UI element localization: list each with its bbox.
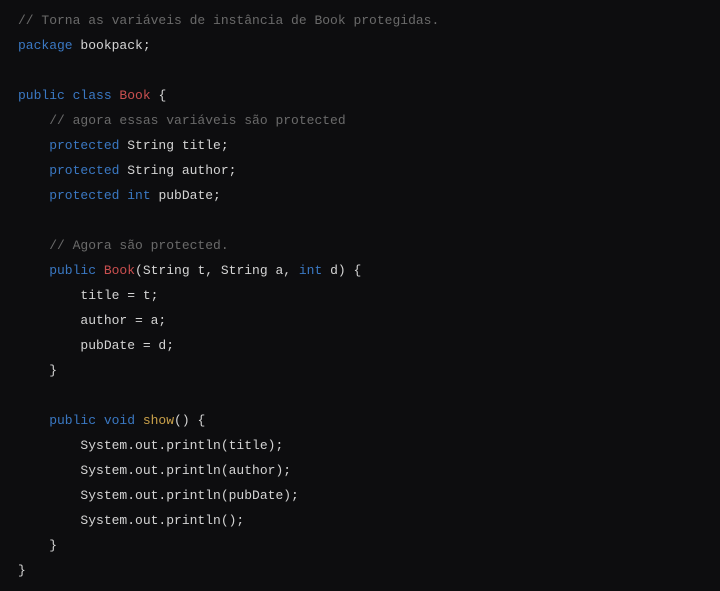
stmt: pubDate = d; bbox=[18, 338, 174, 353]
stmt: title = t; bbox=[18, 288, 158, 303]
keyword-int: int bbox=[299, 263, 322, 278]
comment-line: // agora essas variáveis são protected bbox=[18, 113, 346, 128]
keyword-protected: protected bbox=[18, 163, 119, 178]
keyword-package: package bbox=[18, 38, 73, 53]
stmt: System.out.println(pubDate); bbox=[18, 488, 299, 503]
method-name: show bbox=[135, 413, 174, 428]
stmt: System.out.println(); bbox=[18, 513, 244, 528]
keyword-public: public bbox=[18, 263, 96, 278]
class-name: Book bbox=[112, 88, 151, 103]
keyword-protected: protected bbox=[18, 138, 119, 153]
stmt: author = a; bbox=[18, 313, 166, 328]
method-sig: () { bbox=[174, 413, 205, 428]
field-decl: String author; bbox=[119, 163, 236, 178]
stmt: System.out.println(author); bbox=[18, 463, 291, 478]
brace-close: } bbox=[18, 363, 57, 378]
constructor-name: Book bbox=[96, 263, 135, 278]
keyword-public: public bbox=[18, 88, 65, 103]
package-name: bookpack; bbox=[73, 38, 151, 53]
field-decl: String title; bbox=[119, 138, 228, 153]
brace-close: } bbox=[18, 538, 57, 553]
comment-line: // Agora são protected. bbox=[18, 238, 229, 253]
brace-close: } bbox=[18, 563, 26, 578]
ctor-sig: d) { bbox=[322, 263, 361, 278]
keyword-protected: protected bbox=[18, 188, 119, 203]
stmt: System.out.println(title); bbox=[18, 438, 283, 453]
keyword-public: public bbox=[18, 413, 96, 428]
keyword-int: int bbox=[119, 188, 150, 203]
field-decl: pubDate; bbox=[151, 188, 221, 203]
comment-line: // Torna as variáveis de instância de Bo… bbox=[18, 13, 439, 28]
brace-open: { bbox=[151, 88, 167, 103]
code-block: // Torna as variáveis de instância de Bo… bbox=[0, 0, 720, 591]
ctor-sig: (String t, String a, bbox=[135, 263, 299, 278]
keyword-class: class bbox=[65, 88, 112, 103]
keyword-void: void bbox=[96, 413, 135, 428]
